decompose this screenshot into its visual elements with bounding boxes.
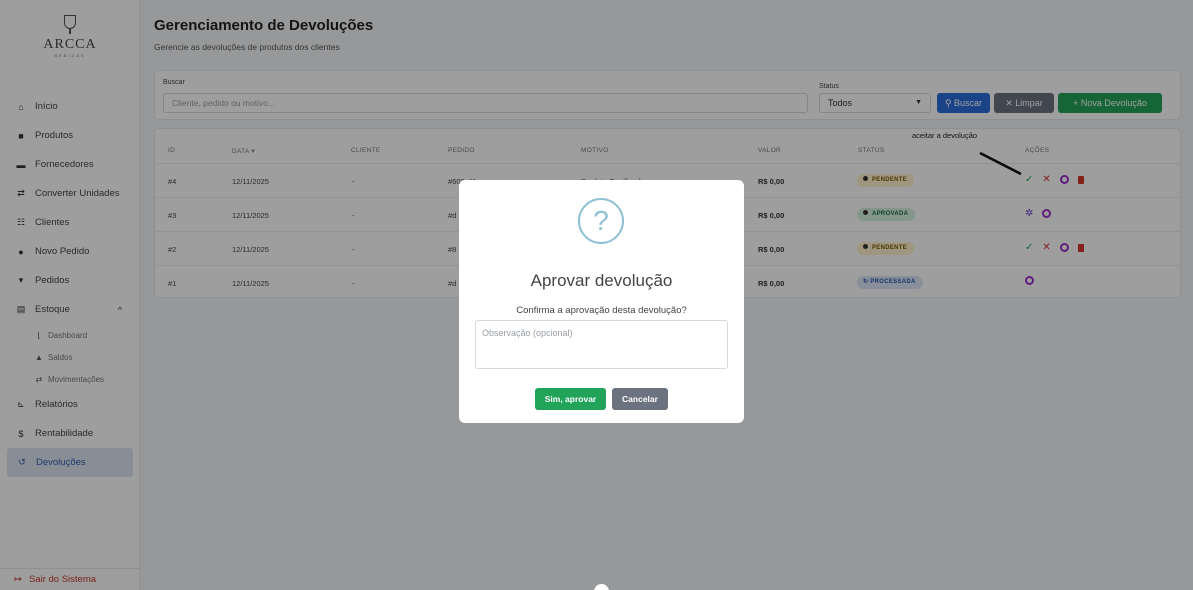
approve-modal: ? Aprovar devolução Confirma a aprovação… (459, 180, 744, 423)
modal-title: Aprovar devolução (530, 271, 673, 290)
cancel-button[interactable]: Cancelar (612, 388, 668, 410)
modal-message: Confirma a aprovação desta devolução? (516, 305, 687, 316)
question-icon: ? (578, 198, 624, 244)
observation-textarea[interactable]: Observação (opcional) (475, 320, 728, 369)
confirm-approve-button[interactable]: Sim, aprovar (535, 388, 606, 410)
